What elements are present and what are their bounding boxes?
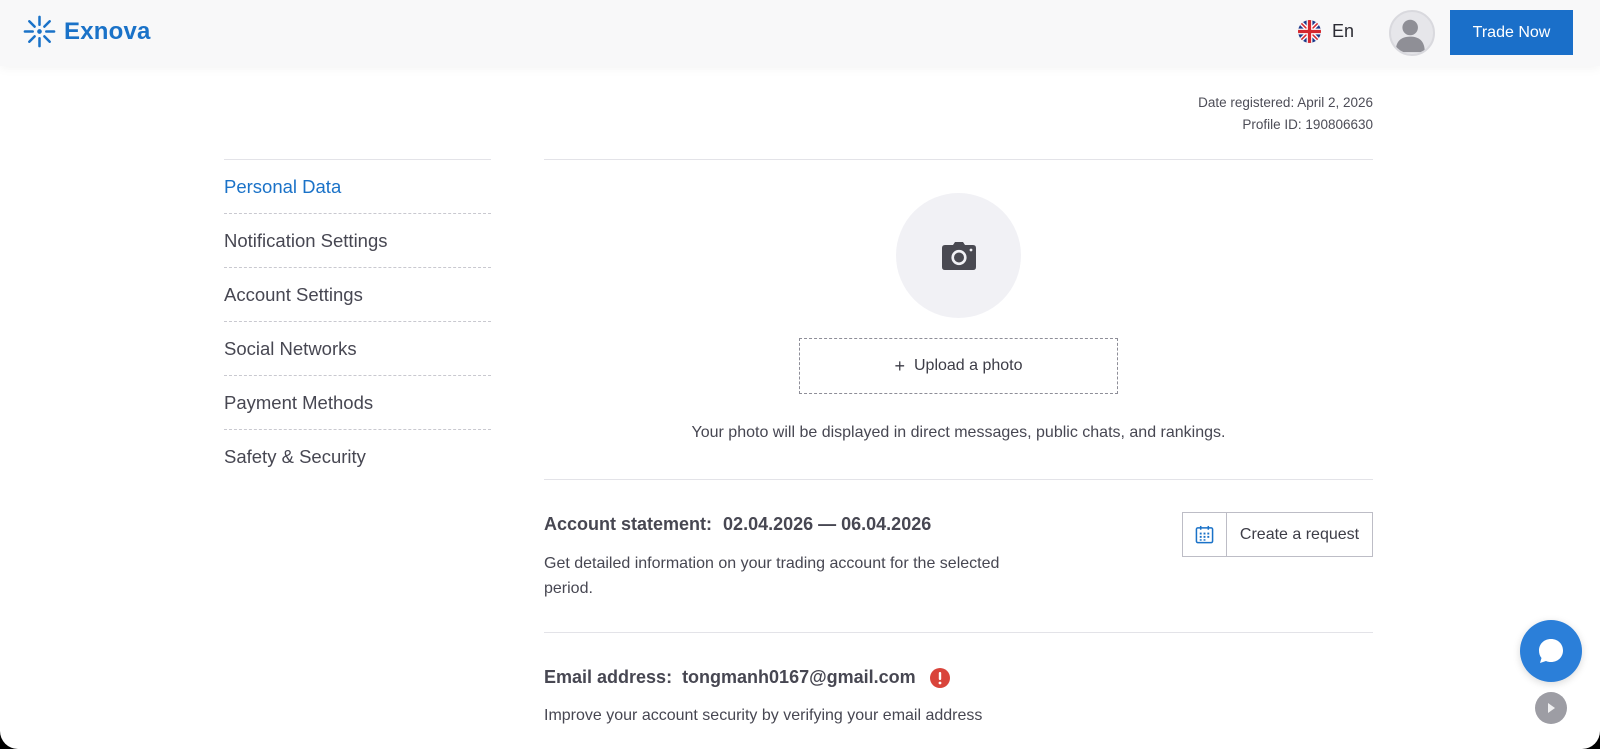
statement-title: Account statement: 02.04.2026 — 06.04.20… [544,514,931,535]
create-request-button[interactable]: Create a request [1182,512,1373,557]
user-avatar-icon [1395,19,1425,53]
statement-dates[interactable]: 02.04.2026 — 06.04.2026 [723,514,931,534]
brand-logo[interactable]: Exnova [22,14,151,49]
brand-name: Exnova [64,17,151,45]
create-request-label: Create a request [1239,525,1360,543]
calendar-icon-box [1183,513,1227,556]
photo-note: Your photo will be displayed in direct m… [691,424,1226,441]
divider [544,159,1373,160]
divider [544,632,1373,633]
trade-now-button[interactable]: Trade Now [1450,10,1573,55]
exnova-logo-icon [23,15,56,48]
user-avatar-button[interactable] [1389,10,1435,56]
sidebar-item-notification-settings[interactable]: Notification Settings [224,214,491,268]
photo-placeholder[interactable] [896,193,1021,318]
plus-icon: + [894,355,905,376]
sidebar-item-social-networks[interactable]: Social Networks [224,322,491,376]
collapse-button[interactable] [1535,692,1567,724]
registration-info: Date registered: April 2, 2026 Profile I… [1198,92,1373,136]
language-label: En [1332,21,1355,41]
uk-flag-icon [1298,20,1321,43]
chat-button[interactable] [1520,620,1582,682]
top-header: Exnova En Trade Now [0,0,1600,66]
warning-icon[interactable] [929,667,950,688]
upload-photo-button[interactable]: + Upload a photo [799,338,1118,394]
chat-icon [1539,639,1563,663]
email-description: Improve your account security by verifyi… [544,707,983,724]
sidebar-item-payment-methods[interactable]: Payment Methods [224,376,491,430]
profile-page: Exnova En Trade Now Date registered: Apr… [0,0,1600,749]
language-selector[interactable]: En [1298,20,1354,43]
upload-photo-label: Upload a photo [913,357,1023,374]
statement-label: Account statement: [544,514,713,534]
settings-sidebar: Personal Data Notification Settings Acco… [224,159,491,484]
email-label: Email address: [544,667,673,687]
email-value: tongmanh0167@gmail.com [682,667,916,687]
divider [544,479,1373,480]
sidebar-item-account-settings[interactable]: Account Settings [224,268,491,322]
sidebar-item-personal-data[interactable]: Personal Data [224,160,491,214]
calendar-icon [1195,525,1214,544]
profile-id: Profile ID: 190806630 [1242,117,1373,132]
email-title: Email address: tongmanh0167@gmail.com [544,667,950,688]
sidebar-item-safety-security[interactable]: Safety & Security [224,430,491,484]
statement-description: Get detailed information on your trading… [544,555,1000,597]
camera-icon [941,241,976,270]
date-registered: Date registered: April 2, 2026 [1198,95,1373,110]
play-icon [1548,703,1555,713]
